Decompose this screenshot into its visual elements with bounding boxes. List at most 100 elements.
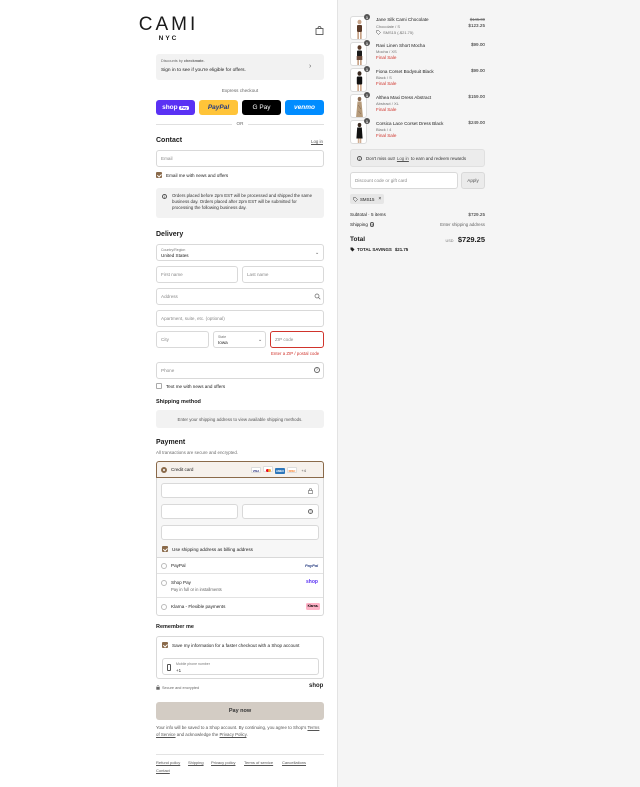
text-news-checkbox[interactable] <box>156 383 162 389</box>
klarna-radio[interactable] <box>161 604 167 610</box>
legal-pre: Your info will be saved to a Shop accoun… <box>156 725 307 730</box>
item-old-price: $145.00 <box>469 17 485 22</box>
card-number-field[interactable] <box>161 483 319 498</box>
help-icon[interactable]: ? <box>369 222 375 227</box>
apartment-field[interactable]: Apartment, suite, etc. (optional) <box>156 310 324 327</box>
amex-icon: AMEX <box>275 468 285 474</box>
paypal-radio[interactable] <box>161 563 167 569</box>
zip-field[interactable]: ZIP code <box>270 331 324 348</box>
mastercard-icon <box>263 466 273 472</box>
save-info-checkbox[interactable] <box>162 642 168 648</box>
news-checkbox[interactable] <box>156 172 162 178</box>
alt-payment-list: PayPal PayPal Shop Pay Pay in full or in… <box>156 558 324 616</box>
item-price: $249.00 <box>468 120 485 125</box>
help-icon[interactable]: ? <box>314 367 320 373</box>
shipping-label: Shipping <box>350 222 368 227</box>
shop-logo: shop <box>309 683 324 689</box>
item-variant: Black / S <box>376 75 392 80</box>
mobile-field[interactable]: Mobile phone number +1 <box>162 658 319 675</box>
shop-pay-button[interactable]: shop Pay <box>156 100 195 115</box>
news-checkbox-row[interactable]: Email me with news and offers <box>156 172 228 178</box>
lock-icon <box>156 685 160 690</box>
item-variant: Mocha / XS <box>376 49 397 54</box>
total-label: Total <box>350 236 366 243</box>
credit-card-option[interactable]: Credit card VISA AMEX DISC +4 <box>156 461 324 478</box>
venmo-button[interactable]: venmo <box>285 100 324 115</box>
city-field[interactable]: City <box>156 331 209 348</box>
quantity-badge: 1 <box>364 14 370 20</box>
order-notice: i Orders placed before 2pm EST will be p… <box>156 188 324 218</box>
product-image <box>350 42 367 66</box>
chevron-down-icon: ⌄ <box>315 250 320 256</box>
text-news-row[interactable]: Text me with news and offers <box>156 383 225 389</box>
secure-text: Secure and encrypted <box>162 685 200 690</box>
credit-card-radio[interactable] <box>161 467 167 473</box>
state-select[interactable]: State Iowa ⌄ <box>213 331 266 348</box>
klarna-option[interactable]: Klarna - Flexible payments Klarna. <box>157 599 323 615</box>
footer-terms-link[interactable]: Terms of service <box>244 760 273 765</box>
login-link[interactable]: Log in <box>311 139 323 144</box>
privacy-link[interactable]: Privacy Policy <box>220 732 247 737</box>
item-price: $159.00 <box>468 94 485 99</box>
total-value-row: USD $729.25 <box>425 235 485 244</box>
rewards-post: to earn and redeem rewards <box>410 155 467 161</box>
footer-contact-link[interactable]: Contact <box>156 768 170 773</box>
rewards-login-link[interactable]: Log in <box>397 156 409 161</box>
shipping-row: Shipping ? <box>350 222 375 227</box>
brand-logo[interactable]: CAMI NYC <box>0 0 337 42</box>
discount-tag: SMS15 × <box>350 194 385 204</box>
billing-row[interactable]: Use shipping address as billing address <box>162 546 253 552</box>
paypal-logo: PayPal <box>305 563 319 568</box>
rewards-banner: i Don't miss out! Log in to earn and red… <box>350 149 485 167</box>
first-name-field[interactable]: First name <box>156 266 238 283</box>
news-label: Email me with news and offers <box>166 172 229 178</box>
product-image <box>350 16 367 40</box>
name-on-card-field[interactable] <box>161 525 319 540</box>
contact-title: Contact <box>156 137 183 144</box>
item-name: Althea Maxi Dress Abstract <box>376 95 432 100</box>
phone-field[interactable]: Phone ? <box>156 362 324 379</box>
shoppay-sub: Pay in full or in installments <box>171 587 222 592</box>
email-field[interactable]: Email <box>156 150 324 167</box>
item-discount-code: SMS15 (-$21.75) <box>383 30 414 35</box>
offers-banner[interactable]: Discounts by checkmate. Sign in to see i… <box>156 54 324 80</box>
country-label: Country/Region <box>161 248 186 252</box>
savings-label: TOTAL SAVINGS <box>357 247 392 252</box>
help-icon[interactable]: ? <box>308 509 313 514</box>
item-name: Ravi Linen Short Mocha <box>376 43 426 48</box>
footer-cancellations-link[interactable]: Cancellations <box>282 760 306 765</box>
last-name-field[interactable]: Last name <box>242 266 324 283</box>
expiry-field[interactable] <box>161 504 238 519</box>
shoppay-radio[interactable] <box>161 580 167 586</box>
billing-checkbox[interactable] <box>162 546 168 552</box>
phone-placeholder: Phone <box>161 368 175 373</box>
save-info-row[interactable]: Save my information for a faster checkou… <box>162 642 299 648</box>
footer-privacy-link[interactable]: Privacy policy <box>211 760 235 765</box>
shopping-bag-icon[interactable] <box>315 26 324 35</box>
paypal-option[interactable]: PayPal PayPal <box>157 558 323 574</box>
final-sale-label: Final Sale <box>376 55 397 60</box>
item-variant: Abstract / XL <box>376 101 399 106</box>
shoppay-option[interactable]: Shop Pay Pay in full or in installments … <box>157 574 323 598</box>
pay-now-button[interactable]: Pay now <box>156 702 324 720</box>
item-price: $99.00 <box>470 68 485 73</box>
footer-refund-link[interactable]: Refund policy <box>156 760 180 765</box>
apply-button[interactable]: Apply <box>461 172 485 189</box>
savings-value: $21.75 <box>394 247 409 252</box>
paypal-button[interactable]: PayPal <box>199 100 238 115</box>
remove-discount-icon[interactable]: × <box>378 196 381 202</box>
security-code-field[interactable]: ? <box>242 504 319 519</box>
footer-shipping-link[interactable]: Shipping <box>188 760 204 765</box>
discount-code-field[interactable]: Discount code or gift card <box>350 172 458 189</box>
savings-row: TOTAL SAVINGS $21.75 <box>350 247 408 252</box>
quantity-badge: 1 <box>364 40 370 46</box>
country-select[interactable]: Country/Region United States ⌄ <box>156 244 324 261</box>
payment-title: Payment <box>156 439 186 446</box>
offers-text: Sign in to see if you're eligible for of… <box>161 68 246 73</box>
quantity-badge: 1 <box>364 118 370 124</box>
google-pay-button[interactable]: G Pay <box>242 100 281 115</box>
rewards-pre: Don't miss out! <box>366 155 395 161</box>
more-cards: +4 <box>301 468 306 473</box>
text-news-label: Text me with news and offers <box>166 383 226 389</box>
address-field[interactable]: Address <box>156 288 324 305</box>
